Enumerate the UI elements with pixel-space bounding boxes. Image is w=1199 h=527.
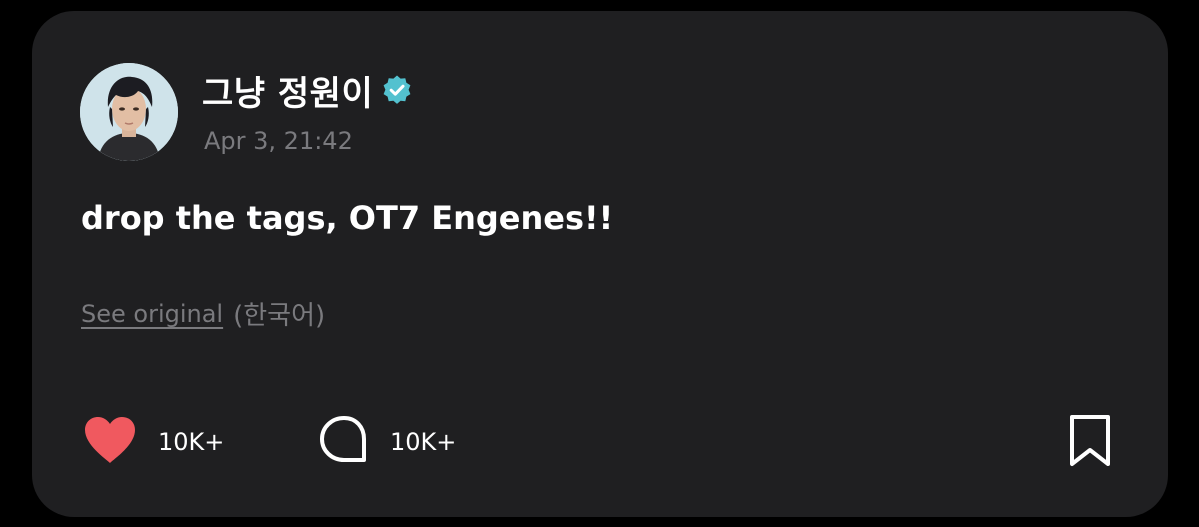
post-card: 그냥 정원이 Apr 3, 21:42 drop the tags, OT7 E… [32,11,1168,517]
like-action[interactable]: 10K+ [82,415,224,469]
avatar-image [80,63,178,161]
username[interactable]: 그냥 정원이 [202,66,373,115]
comment-action[interactable]: 10K+ [318,415,456,469]
heart-icon[interactable] [82,415,138,469]
comment-bubble-icon[interactable] [318,414,370,470]
username-row: 그냥 정원이 [202,66,413,115]
timestamp: Apr 3, 21:42 [204,127,353,155]
see-original-link[interactable]: See original [81,300,223,328]
like-count: 10K+ [158,428,225,456]
comment-count: 10K+ [390,428,457,456]
post-text: drop the tags, OT7 Engenes!! [81,199,614,237]
original-language-label: (한국어) [233,301,326,331]
bookmark-icon[interactable] [1066,414,1114,468]
verified-badge-icon [381,74,413,106]
avatar[interactable] [80,63,178,161]
translation-row: See original (한국어) [81,295,325,332]
